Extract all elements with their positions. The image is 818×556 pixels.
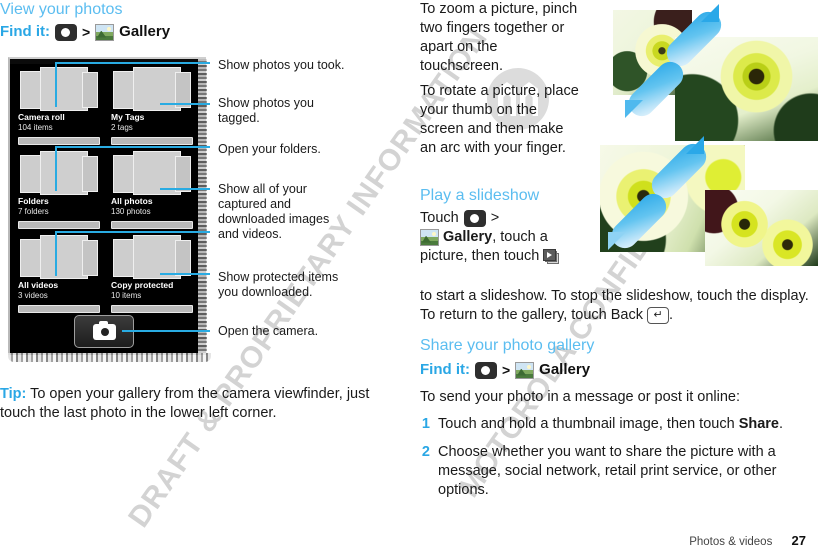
gallery-row: Folders 7 folders All photos 130 photos [14, 151, 196, 231]
find-it-line: Find it: > Gallery [0, 22, 170, 42]
daffodil-photo-top-right [675, 37, 818, 141]
thumbnail-stack [113, 67, 191, 111]
gallery-tile-grid: Camera roll 104 items My Tags 2 tags Fol… [14, 67, 196, 319]
gallery-tile-my-tags[interactable]: My Tags 2 tags [107, 67, 196, 147]
tile-count: 7 folders [18, 207, 49, 216]
find-it-target: Gallery [119, 23, 171, 40]
path-separator: > [501, 362, 511, 378]
daffodil-photo-bottom-right [705, 190, 818, 266]
slideshow-continued-text: to start a slideshow. To stop the slides… [420, 287, 816, 325]
gallery-tile-copy-protected[interactable]: Copy protected 10 items [107, 235, 196, 315]
period: . [669, 307, 674, 323]
gallery-tile-folders[interactable]: Folders 7 folders [14, 151, 103, 231]
page-footer: Photos & videos 27 [0, 533, 818, 548]
tile-label: All photos [111, 196, 153, 206]
tip-paragraph: Tip: To open your gallery from the camer… [0, 385, 400, 423]
tile-label: Camera roll [18, 112, 65, 122]
gallery-tile-all-videos[interactable]: All videos 3 videos [14, 235, 103, 315]
gallery-tile-all-photos[interactable]: All photos 130 photos [107, 151, 196, 231]
path-separator: > [490, 210, 500, 226]
share-intro-text: To send your photo in a message or post … [420, 389, 740, 405]
gallery-icon [420, 228, 439, 246]
gallery-row: All videos 3 videos Copy protected 10 it… [14, 235, 196, 315]
paragraph-zoom-picture: To zoom a picture, pinch two fingers tog… [420, 1, 578, 74]
step-text-pre: Touch and hold a thumbnail image, then t… [438, 416, 739, 432]
list-item: 2 Choose whether you want to share the p… [420, 443, 816, 500]
camera-icon [93, 321, 116, 340]
step-number: 1 [421, 416, 430, 432]
slideshow-tail: to start a slideshow. To stop the slides… [420, 288, 809, 323]
gallery-tile-camera-roll[interactable]: Camera roll 104 items [14, 67, 103, 147]
step-text: Touch and hold a thumbnail image, then t… [438, 415, 783, 434]
section-heading-share-your-photo-gallery: Share your photo gallery [420, 337, 595, 354]
step-text-bold: Share [738, 416, 779, 432]
thumbnail-stack [20, 235, 98, 279]
section-heading-play-a-slideshow: Play a slideshow [420, 187, 540, 204]
step-text: Choose whether you want to share the pic… [438, 444, 777, 498]
tile-count: 104 items [18, 123, 53, 132]
find-it-label: Find it: [420, 361, 470, 378]
illustration-group [595, 0, 818, 300]
tile-shelf [18, 305, 100, 313]
gallery-icon [95, 23, 115, 41]
gallery-row: Camera roll 104 items My Tags 2 tags [14, 67, 196, 147]
tile-shelf [18, 221, 100, 229]
tile-shelf [111, 305, 193, 313]
callout-text-copy-protected: Show protected items you downloaded. [218, 270, 339, 299]
share-steps-list: 1 Touch and hold a thumbnail image, then… [420, 415, 816, 509]
gallery-icon [515, 361, 535, 379]
list-item: 1 Touch and hold a thumbnail image, then… [420, 415, 816, 434]
tile-count: 3 videos [18, 291, 48, 300]
phone-bottom-bezel [8, 353, 211, 362]
phone-status-bar [10, 59, 206, 64]
step-text-post: . [779, 416, 784, 432]
section-heading-view-your-photos: View your photos [0, 1, 123, 18]
slideshow-instructions: Touch > Gallery, touch a picture, then t… [420, 209, 585, 266]
right-column: To zoom a picture, pinch two fingers tog… [420, 0, 818, 556]
paragraph-rotate-picture: To rotate a picture, place your thumb on… [420, 83, 579, 156]
gallery-screenshot: Camera roll 104 items My Tags 2 tags Fol… [8, 57, 211, 362]
tile-label: My Tags [111, 112, 145, 122]
callout-text-camera-roll: Show photos you took. [218, 58, 345, 72]
callout-text-open-camera: Open the camera. [218, 324, 319, 338]
camera-icon [54, 23, 77, 41]
tip-label: Tip: [0, 385, 27, 402]
slideshow-icon [543, 248, 560, 264]
page-number: 27 [791, 533, 806, 548]
callout-text-folders: Open your folders. [218, 142, 321, 156]
manual-page: DRAFT & PROPRIETARY INFORMATION MOTOROLA… [0, 0, 818, 556]
tile-shelf [111, 221, 193, 229]
left-column: View your photos Find it: > Gallery Came… [0, 0, 410, 556]
tile-shelf [111, 137, 193, 145]
tile-count: 10 items [111, 291, 142, 300]
tile-label: All videos [18, 280, 59, 290]
footer-section-name: Photos & videos [689, 536, 773, 548]
callout-text-my-tags: Show photos you tagged. [218, 96, 314, 125]
touch-word-2: touch [503, 248, 540, 264]
thumbnail-stack [113, 151, 191, 195]
tip-text: To open your gallery from the camera vie… [0, 385, 370, 421]
tile-count: 130 photos [111, 207, 151, 216]
back-arrow-icon: ↵ [647, 306, 670, 324]
thumbnail-stack [113, 235, 191, 279]
find-it-label: Find it: [0, 23, 50, 40]
thumbnail-stack [20, 67, 98, 111]
camera-icon [463, 210, 486, 227]
tile-label: Copy protected [111, 280, 174, 290]
share-find-it-line: Find it: > Gallery [420, 360, 590, 380]
path-separator: > [81, 24, 91, 40]
phone-right-bezel [198, 59, 207, 355]
find-it-target: Gallery [539, 361, 591, 378]
tile-shelf [18, 137, 100, 145]
thumbnail-stack [20, 151, 98, 195]
open-camera-button[interactable] [74, 315, 134, 348]
tile-count: 2 tags [111, 123, 133, 132]
gallery-word: Gallery [443, 229, 493, 245]
touch-word: Touch [420, 210, 459, 226]
step-number: 2 [421, 444, 430, 460]
callout-text-all-photos: Show all of your captured and downloaded… [218, 182, 330, 241]
tile-label: Folders [18, 196, 49, 206]
camera-icon [474, 361, 497, 379]
phone-screen: Camera roll 104 items My Tags 2 tags Fol… [8, 57, 207, 355]
